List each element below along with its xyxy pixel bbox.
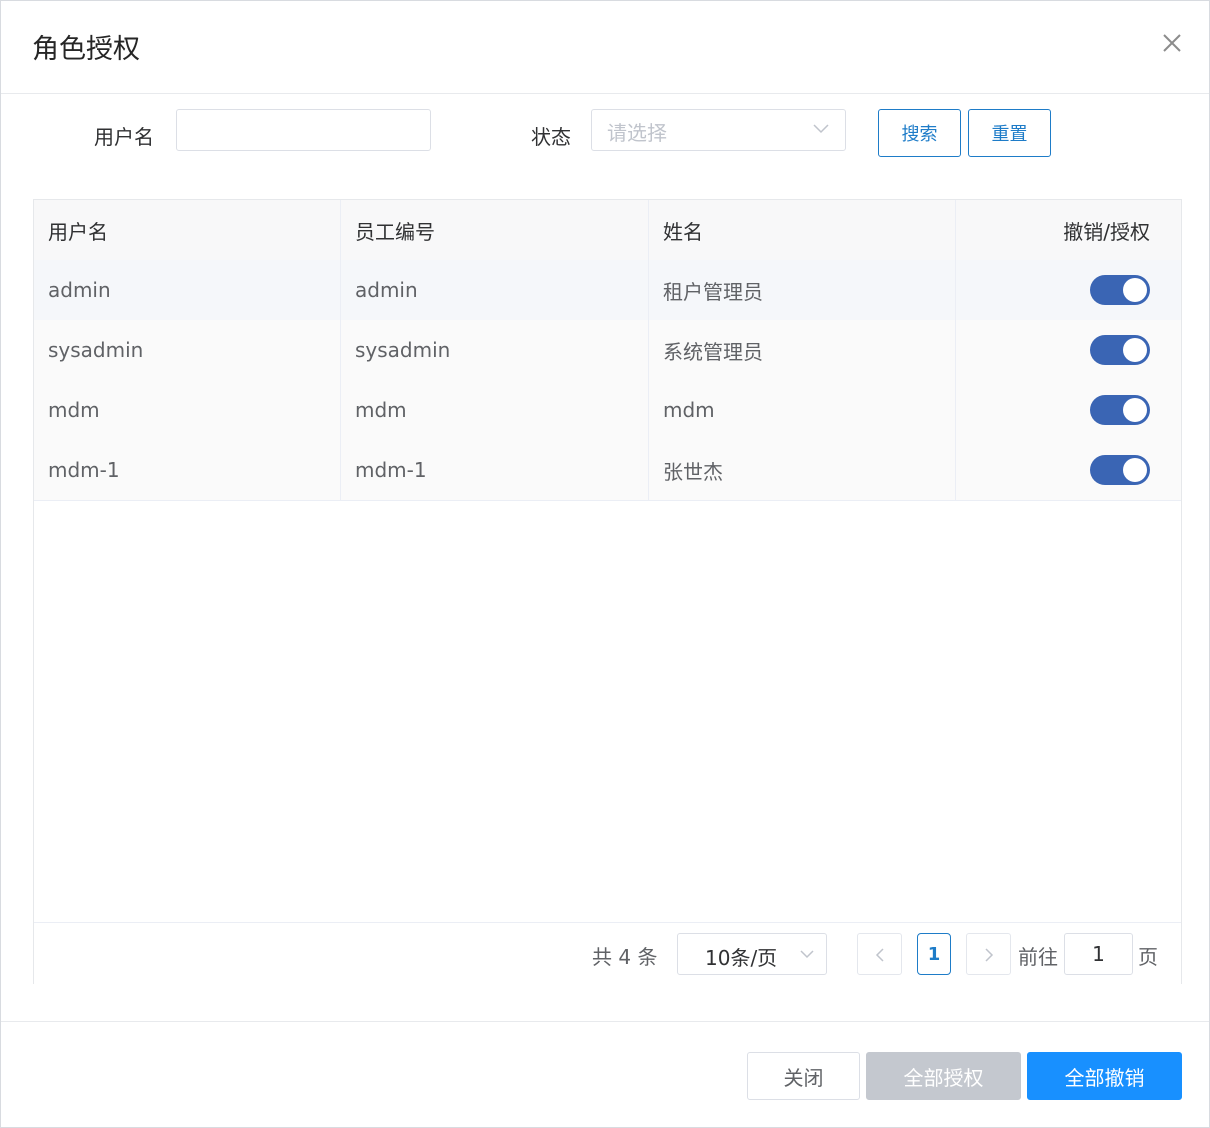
cell-name: 系统管理员 <box>649 320 956 380</box>
authorize-toggle[interactable] <box>1090 395 1150 425</box>
header-username: 用户名 <box>34 200 341 260</box>
chevron-left-icon <box>875 948 884 962</box>
footer-divider <box>1 1021 1209 1022</box>
cell-name: 租户管理员 <box>649 260 956 320</box>
page-size-select[interactable]: 10条/页 <box>677 933 827 975</box>
table-header: 用户名 员工编号 姓名 撤销/授权 <box>34 200 1181 261</box>
toggle-knob <box>1123 278 1147 302</box>
goto-label: 前往 <box>1018 945 1058 969</box>
table-row: sysadmin sysadmin 系统管理员 <box>34 320 1181 381</box>
table-row: admin admin 租户管理员 <box>34 260 1181 321</box>
role-authorization-dialog: 角色授权 用户名 状态 请选择 搜索 重置 用户名 员工编号 姓名 撤销/授权 … <box>0 0 1210 1128</box>
goto-page-input[interactable] <box>1064 933 1133 975</box>
cell-username: mdm-1 <box>34 440 341 500</box>
next-page-button[interactable] <box>966 933 1011 975</box>
table-row: mdm mdm mdm <box>34 380 1181 441</box>
grant-all-button[interactable]: 全部授权 <box>866 1052 1021 1100</box>
status-select[interactable]: 请选择 <box>591 109 846 151</box>
status-label: 状态 <box>531 125 571 149</box>
authorize-toggle[interactable] <box>1090 455 1150 485</box>
user-table: 用户名 员工编号 姓名 撤销/授权 admin admin 租户管理员 sysa… <box>33 199 1182 984</box>
dialog-title: 角色授权 <box>32 34 140 65</box>
close-icon[interactable] <box>1157 28 1187 58</box>
page-number-current[interactable]: 1 <box>917 933 951 975</box>
cell-username: mdm <box>34 380 341 440</box>
status-select-placeholder: 请选择 <box>607 121 667 145</box>
cell-employee-no: mdm <box>341 380 649 440</box>
username-input[interactable] <box>176 109 431 151</box>
cell-employee-no: admin <box>341 260 649 320</box>
toggle-knob <box>1123 398 1147 422</box>
chevron-right-icon <box>985 948 994 962</box>
header-revoke-grant: 撤销/授权 <box>1063 219 1150 244</box>
goto-suffix: 页 <box>1138 945 1158 969</box>
cell-username: admin <box>34 260 341 320</box>
toggle-knob <box>1123 458 1147 482</box>
cell-employee-no: mdm-1 <box>341 440 649 500</box>
close-button[interactable]: 关闭 <box>747 1052 860 1100</box>
chevron-down-icon <box>813 124 829 134</box>
cell-name: 张世杰 <box>649 440 956 500</box>
reset-button[interactable]: 重置 <box>968 109 1051 157</box>
prev-page-button[interactable] <box>857 933 902 975</box>
page-size-value: 10条/页 <box>705 946 778 970</box>
chevron-down-icon <box>800 950 814 959</box>
search-button[interactable]: 搜索 <box>878 109 961 157</box>
header-divider <box>1 93 1209 94</box>
authorize-toggle[interactable] <box>1090 335 1150 365</box>
username-label: 用户名 <box>94 125 154 149</box>
toggle-knob <box>1123 338 1147 362</box>
header-name: 姓名 <box>649 200 956 260</box>
authorize-toggle[interactable] <box>1090 275 1150 305</box>
cell-username: sysadmin <box>34 320 341 380</box>
table-row: mdm-1 mdm-1 张世杰 <box>34 440 1181 501</box>
cell-name: mdm <box>649 380 956 440</box>
cell-employee-no: sysadmin <box>341 320 649 380</box>
pagination-total: 共 4 条 <box>592 945 658 969</box>
pagination: 共 4 条 10条/页 1 前往 页 <box>34 922 1181 984</box>
header-employee-no: 员工编号 <box>341 200 649 260</box>
revoke-all-button[interactable]: 全部撤销 <box>1027 1052 1182 1100</box>
